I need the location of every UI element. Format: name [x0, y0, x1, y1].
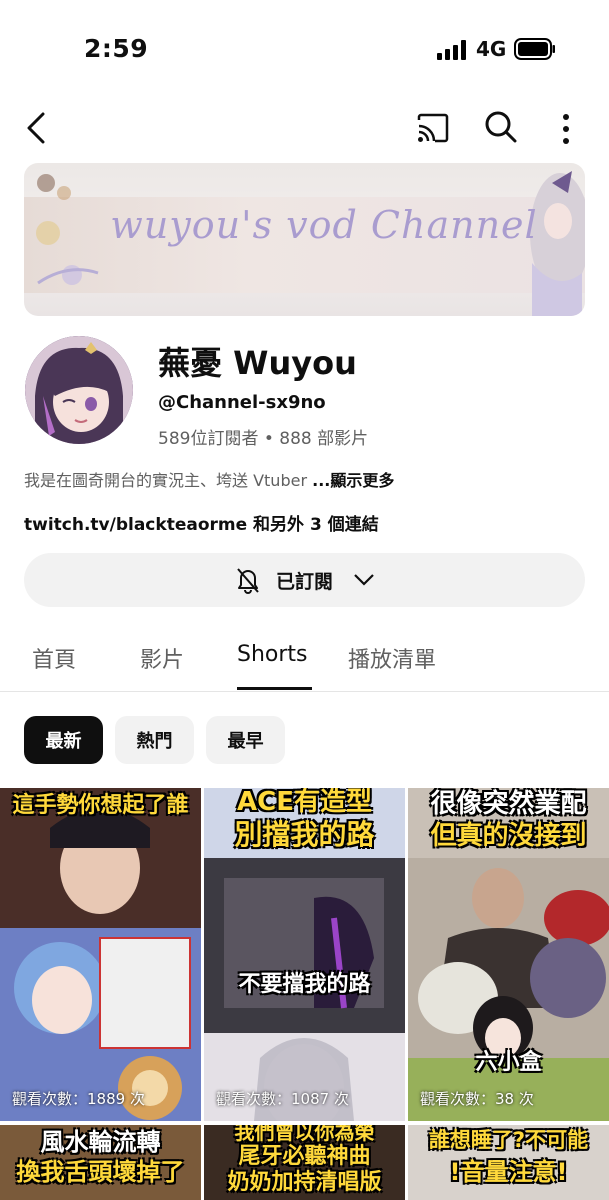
avatar-illustration	[25, 336, 133, 444]
filter-chip-latest[interactable]: 最新	[24, 716, 103, 764]
short-caption-line-2: 換我舌頭壞掉了	[16, 1158, 185, 1186]
description-text: 我是在圖奇開台的實況主、垮送 Vtuber	[24, 471, 313, 490]
short-caption-line-2: 尾牙必聽神曲	[238, 1144, 371, 1169]
status-time: 2:59	[84, 34, 149, 63]
short-thumbnail[interactable]: 誰想睡了?不可能 !音量注意!	[408, 1125, 609, 1200]
subscribed-label: 已訂閱	[275, 570, 333, 593]
channel-stats: 589位訂閱者 • 888 部影片	[158, 429, 369, 449]
tab-shorts[interactable]: Shorts	[237, 642, 308, 667]
subscribed-button[interactable]: 已訂閱	[24, 553, 585, 607]
chevron-down-icon	[354, 574, 374, 586]
channel-avatar[interactable]	[25, 336, 133, 444]
short-thumbnail[interactable]: 很像突然業配 但真的沒接到 六小盒 觀看次數：38 次	[408, 788, 609, 1121]
filter-chip-popular[interactable]: 熱門	[115, 716, 194, 764]
short-caption-line-3: 奶奶加持清唱版	[227, 1170, 382, 1195]
channel-links[interactable]: twitch.tv/blackteaorme 和另外 3 個連結	[24, 510, 379, 535]
top-app-bar	[0, 100, 609, 156]
show-more-link[interactable]: ...顯示更多	[312, 471, 394, 490]
short-1-art	[0, 788, 201, 1121]
tab-playlists[interactable]: 播放清單	[348, 642, 436, 674]
search-icon[interactable]	[484, 110, 518, 144]
tab-videos[interactable]: 影片	[140, 642, 184, 674]
short-view-count: 觀看次數：38 次	[420, 1090, 534, 1108]
short-subtitle: 六小盒	[475, 1050, 542, 1075]
channel-name: 蕪憂 Wuyou	[158, 344, 357, 382]
short-thumbnail[interactable]: 風水輪流轉 換我舌頭壞掉了	[0, 1125, 201, 1200]
active-tab-indicator	[237, 687, 312, 690]
cast-icon[interactable]	[416, 112, 450, 144]
channel-tabs: 首頁 影片 Shorts 播放清單	[0, 618, 609, 692]
network-label: 4G	[476, 37, 507, 61]
short-caption-line-1: 很像突然業配	[430, 789, 587, 819]
short-caption-line-1: 我們曾以你為榮	[234, 1125, 375, 1144]
short-caption: 這手勢你想起了誰	[12, 793, 189, 818]
short-caption-line-2: 別擋我的路	[234, 818, 375, 851]
short-thumbnail[interactable]: 這手勢你想起了誰 觀看次數：1889 次	[0, 788, 201, 1121]
tab-home[interactable]: 首頁	[32, 642, 76, 674]
status-bar: 2:59 4G	[0, 0, 609, 100]
battery-icon	[514, 38, 555, 60]
short-caption-line-1: 誰想睡了?不可能	[428, 1128, 589, 1152]
channel-handle: @Channel-sx9no	[158, 392, 326, 413]
more-vert-icon[interactable]	[552, 112, 580, 146]
banner-title: wuyou's vod Channel	[110, 203, 538, 247]
short-caption-line-2: 但真的沒接到	[430, 821, 587, 851]
short-view-count: 觀看次數：1087 次	[216, 1090, 349, 1108]
short-caption-line-2: !音量注意!	[449, 1158, 568, 1186]
short-caption-line-1: ACE有造型	[237, 788, 372, 817]
short-caption-line-1: 風水輪流轉	[40, 1128, 161, 1156]
channel-description[interactable]: 我是在圖奇開台的實況主、垮送 Vtuber ...顯示更多	[24, 467, 394, 491]
back-arrow-icon[interactable]	[22, 110, 52, 146]
filter-chip-oldest[interactable]: 最早	[206, 716, 285, 764]
short-view-count: 觀看次數：1889 次	[12, 1090, 145, 1108]
short-thumbnail[interactable]: ACE有造型 別擋我的路 不要擋我的路 觀看次數：1087 次	[204, 788, 405, 1121]
channel-banner: wuyou's vod Channel	[24, 163, 585, 316]
shorts-grid: 這手勢你想起了誰 觀看次數：1889 次 ACE有造型 別擋我的路 不要擋我的路…	[0, 788, 609, 1200]
bell-off-icon	[237, 568, 259, 594]
short-thumbnail[interactable]: 我們曾以你為榮 尾牙必聽神曲 奶奶加持清唱版	[204, 1125, 405, 1200]
short-subtitle: 不要擋我的路	[238, 972, 371, 997]
signal-icon	[437, 40, 466, 60]
